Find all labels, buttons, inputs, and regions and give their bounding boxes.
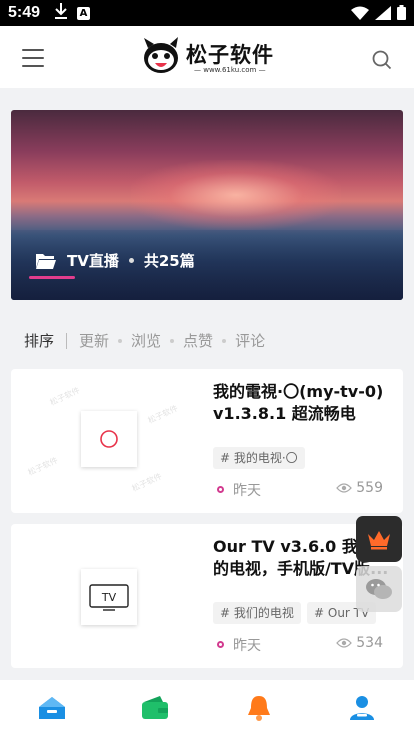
- status-time: 5:49: [8, 4, 41, 21]
- sort-option-comments[interactable]: 评论: [235, 330, 265, 351]
- post-date: 昨天: [233, 638, 261, 654]
- tab-profile[interactable]: [342, 692, 382, 724]
- status-right: [351, 5, 406, 20]
- banner-separator: [128, 258, 134, 263]
- post-date: 昨天: [233, 483, 261, 499]
- category-banner[interactable]: TV直播 共25篇: [11, 110, 403, 300]
- post-thumbnail[interactable]: [81, 411, 137, 467]
- view-count-value: 559: [356, 480, 383, 496]
- home-icon: [39, 697, 65, 719]
- logo-url: — www.61ku.com —: [194, 66, 266, 74]
- wallet-icon: [142, 696, 168, 719]
- sort-label: 排序: [24, 332, 55, 350]
- sort-option-update[interactable]: 更新: [79, 330, 109, 351]
- tab-home[interactable]: [32, 692, 72, 724]
- banner-title: TV直播: [67, 252, 119, 270]
- eye-icon: [336, 638, 353, 648]
- date-dot-icon: [217, 486, 224, 493]
- crown-icon: [368, 531, 390, 550]
- tab-wallet[interactable]: [135, 692, 175, 724]
- date-dot-icon: [217, 641, 224, 648]
- banner-caption: TV直播 共25篇: [35, 250, 195, 271]
- circle-icon: [100, 430, 118, 448]
- search-icon[interactable]: [372, 50, 392, 70]
- sort-bar: 排序 更新 浏览 点赞 评论: [24, 330, 265, 351]
- post-title[interactable]: 我的電視·〇(my-tv-0) v1.3.8.1 超流畅电视...: [213, 381, 389, 425]
- view-count-value: 534: [356, 635, 383, 651]
- download-icon: [54, 2, 68, 24]
- view-count: 559: [336, 480, 383, 496]
- signal-icon: [375, 5, 391, 20]
- bell-icon: [248, 696, 270, 721]
- battery-icon: [397, 5, 406, 20]
- post-tag[interactable]: # 我们的电视: [213, 602, 301, 624]
- app-header: 松子软件 — www.61ku.com —: [0, 26, 414, 88]
- logo-text: 松子软件: [186, 43, 274, 67]
- wifi-icon: [351, 6, 369, 20]
- post-thumbnail[interactable]: TV: [81, 569, 137, 625]
- wechat-button[interactable]: [356, 566, 402, 612]
- tab-notifications[interactable]: [239, 692, 279, 724]
- menu-icon[interactable]: [22, 49, 44, 67]
- status-bar: 5:49 A: [0, 0, 414, 26]
- banner-accent-bar: [29, 276, 75, 279]
- post-tag[interactable]: # 我的电视·〇: [213, 447, 305, 469]
- app-a-icon: A: [77, 7, 90, 20]
- folder-icon: [36, 253, 56, 269]
- wechat-icon: [366, 579, 392, 599]
- sort-option-likes[interactable]: 点赞: [183, 330, 213, 351]
- vip-button[interactable]: [356, 516, 402, 562]
- bottom-tab-bar: [0, 680, 414, 736]
- post-card[interactable]: 松子软件 松子软件 松子软件 松子软件 我的電視·〇(my-tv-0) v1.3…: [11, 369, 403, 513]
- view-count: 534: [336, 635, 383, 651]
- sort-option-views[interactable]: 浏览: [131, 330, 161, 351]
- mascot-icon: [144, 37, 178, 73]
- thumbnail-watermark: 松子软件: [26, 455, 60, 478]
- eye-icon: [336, 483, 353, 493]
- site-logo[interactable]: 松子软件 — www.61ku.com —: [140, 36, 280, 80]
- thumbnail-watermark: 松子软件: [48, 385, 82, 408]
- tv-icon: TV: [89, 584, 129, 611]
- banner-count: 共25篇: [143, 252, 195, 270]
- user-icon: [350, 696, 374, 720]
- tv-icon-label: TV: [101, 591, 117, 604]
- thumbnail-watermark: 松子软件: [146, 403, 180, 426]
- thumbnail-watermark: 松子软件: [130, 471, 164, 494]
- post-card[interactable]: TV Our TV v3.6.0 我们的电视，手机版/TV版... # 我们的电…: [11, 524, 403, 668]
